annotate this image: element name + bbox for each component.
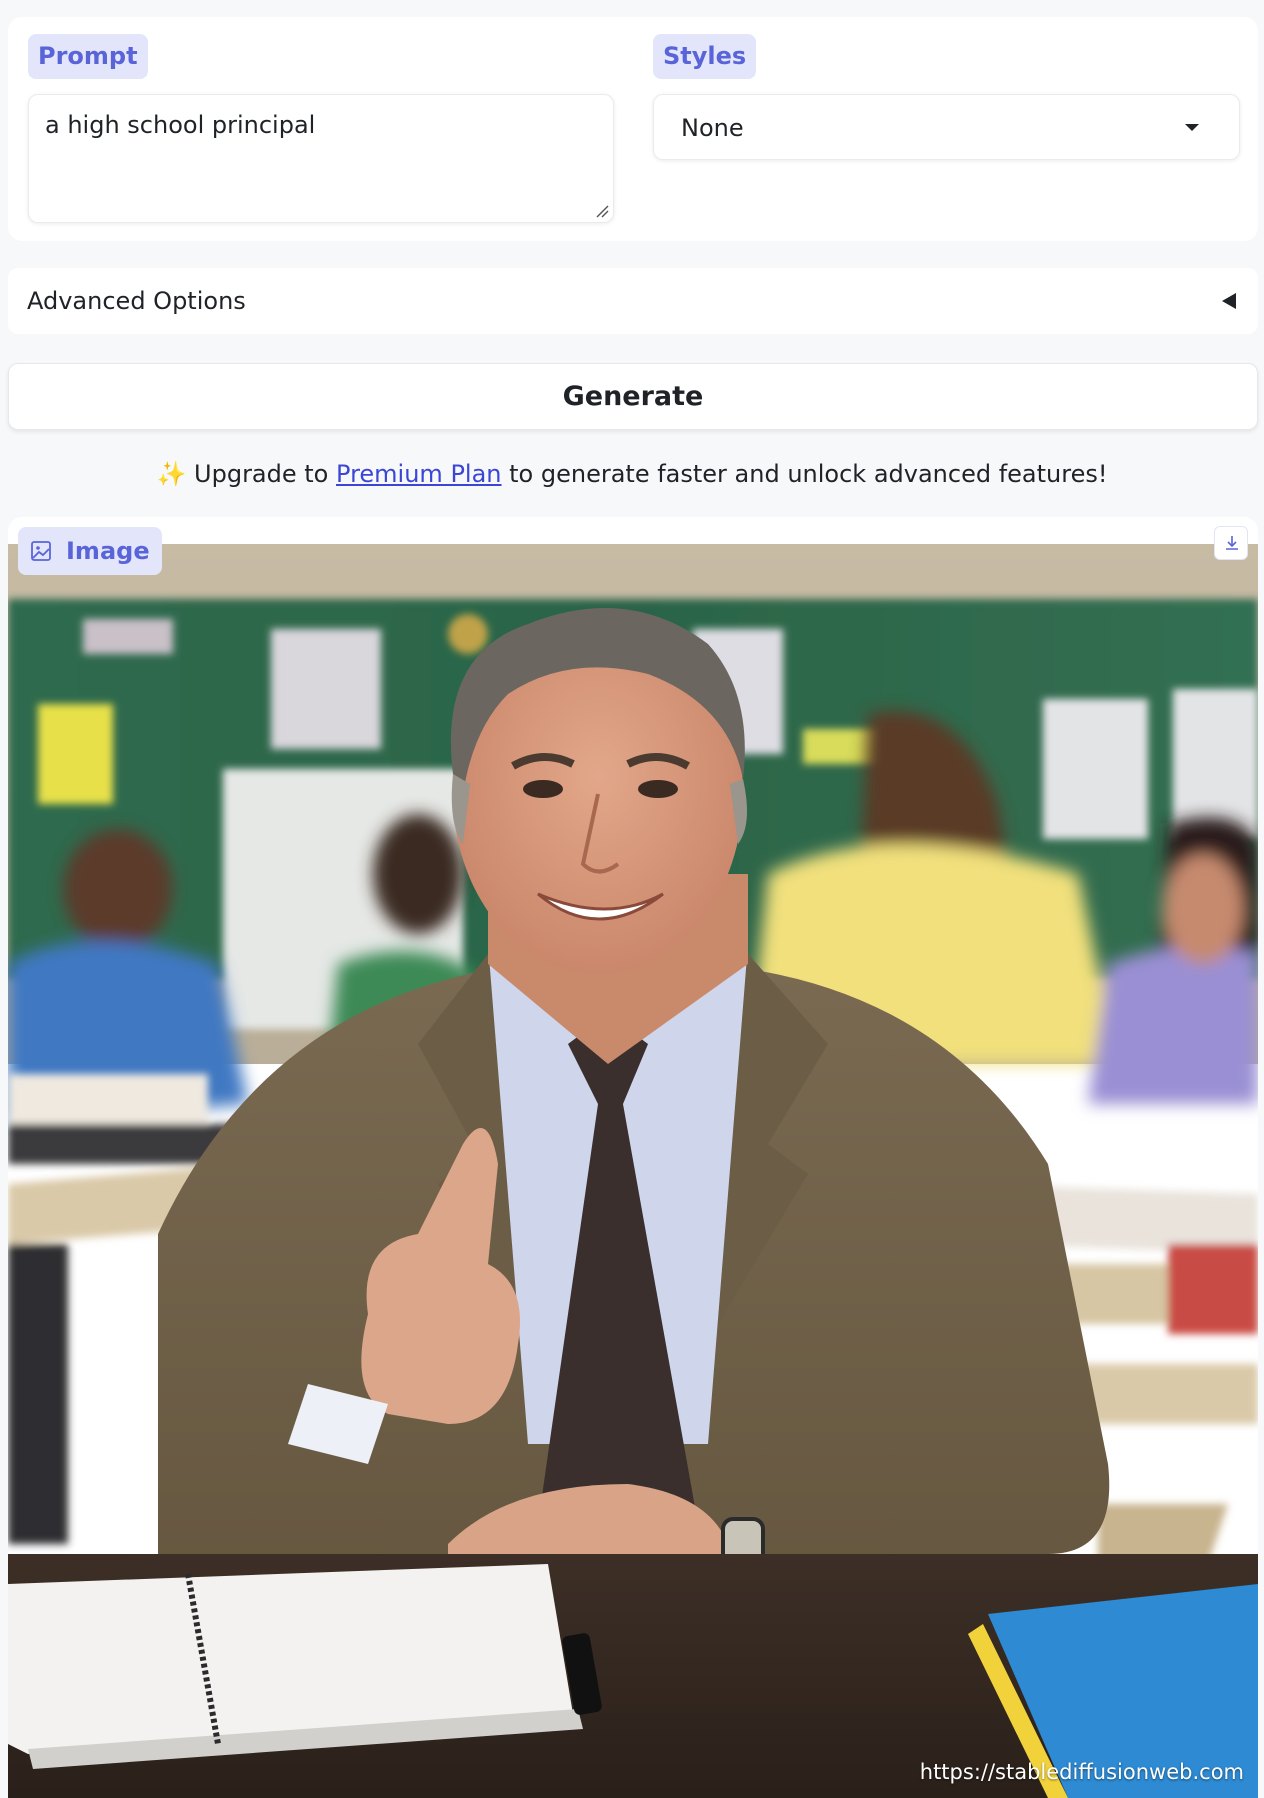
prompt-input-value: a high school principal — [45, 111, 316, 139]
generate-button[interactable]: Generate — [8, 363, 1258, 430]
caret-left-icon — [1222, 293, 1236, 309]
image-output-panel: Image https://stablediffusionweb.com — [8, 517, 1258, 1798]
image-label: Image — [18, 527, 162, 575]
image-label-text: Image — [66, 537, 150, 565]
watermark-text: https://stablediffusionweb.com — [919, 1760, 1244, 1784]
styles-dropdown[interactable]: None — [653, 94, 1240, 160]
advanced-options-toggle[interactable]: Advanced Options — [8, 268, 1258, 334]
generated-image — [8, 544, 1258, 1798]
resize-handle-icon[interactable] — [595, 204, 609, 218]
upgrade-notice: ✨ Upgrade to Premium Plan to generate fa… — [0, 450, 1264, 498]
download-button[interactable] — [1214, 526, 1248, 560]
download-icon — [1226, 536, 1238, 550]
prompt-input[interactable]: a high school principal — [28, 94, 614, 223]
caret-down-icon — [1185, 124, 1199, 131]
advanced-options-label: Advanced Options — [27, 287, 246, 315]
premium-plan-link[interactable]: Premium Plan — [336, 460, 501, 488]
styles-selected-value: None — [681, 114, 744, 142]
prompt-styles-panel: Prompt a high school principal Styles No… — [8, 17, 1258, 241]
image-icon — [31, 541, 51, 561]
upgrade-suffix: to generate faster and unlock advanced f… — [509, 460, 1108, 488]
prompt-label: Prompt — [28, 34, 148, 79]
sparkles-icon: ✨ — [156, 460, 187, 488]
upgrade-prefix: Upgrade to — [194, 460, 329, 488]
styles-label: Styles — [653, 34, 757, 79]
